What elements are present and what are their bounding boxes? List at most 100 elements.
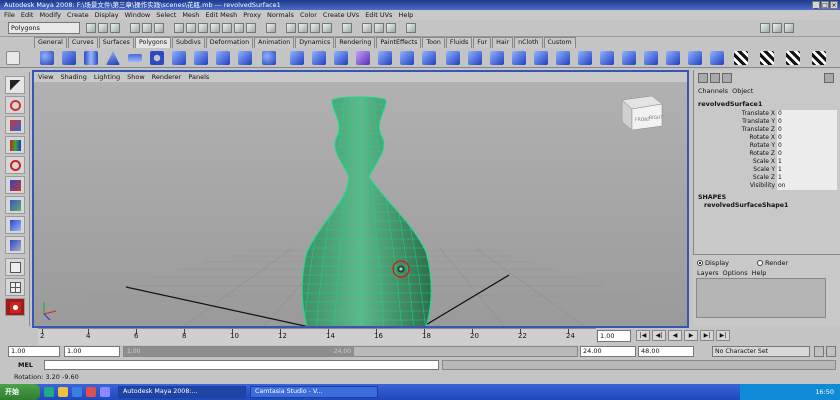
- history-icon[interactable]: [342, 23, 352, 33]
- minimize-button[interactable]: _: [812, 1, 820, 9]
- poly-plane-icon[interactable]: [128, 54, 142, 62]
- pick-curves-icon[interactable]: [198, 23, 208, 33]
- character-set-dropdown[interactable]: No Character Set: [712, 346, 810, 357]
- select-object-icon[interactable]: [142, 23, 152, 33]
- move-tool[interactable]: [5, 136, 25, 154]
- view-cube[interactable]: FRONT RIGHT: [621, 95, 663, 131]
- quick-launch-icon[interactable]: [58, 387, 68, 397]
- boolean-union-icon[interactable]: [378, 51, 392, 65]
- cb-menu-object[interactable]: Object: [732, 87, 753, 95]
- vp-menu-renderer[interactable]: Renderer: [152, 72, 182, 82]
- cylindrical-map-icon[interactable]: [786, 51, 800, 65]
- merge-icon[interactable]: [710, 51, 724, 65]
- go-to-start-button[interactable]: |◀: [636, 330, 650, 341]
- snap-point-icon[interactable]: [310, 23, 320, 33]
- vp-menu-panels[interactable]: Panels: [188, 72, 209, 82]
- taskbar-item-camtasia[interactable]: Camtasia Studio - V...: [250, 386, 378, 398]
- tab-fluids[interactable]: Fluids: [445, 37, 473, 48]
- bevel-icon[interactable]: [688, 51, 702, 65]
- go-to-end-button[interactable]: ▶|: [716, 330, 730, 341]
- play-forwards-button[interactable]: ▶: [684, 330, 698, 341]
- clock[interactable]: 16:50: [815, 388, 834, 396]
- extrude-icon[interactable]: [556, 51, 570, 65]
- checker-uv-icon[interactable]: [734, 51, 748, 65]
- pick-deformations-icon[interactable]: [222, 23, 232, 33]
- menu-edit-mesh[interactable]: Edit Mesh: [205, 10, 237, 20]
- boolean-intersection-icon[interactable]: [422, 51, 436, 65]
- mel-input[interactable]: [44, 360, 439, 370]
- mirror-geometry-icon[interactable]: [446, 51, 460, 65]
- attr-scale-z[interactable]: Scale Z1: [694, 174, 840, 182]
- current-frame-field[interactable]: 1.00: [597, 330, 631, 342]
- lasso-tool[interactable]: [5, 96, 25, 114]
- menu-normals[interactable]: Normals: [267, 10, 294, 20]
- tab-deformation[interactable]: Deformation: [205, 37, 254, 48]
- poly-cone-icon[interactable]: [106, 51, 120, 65]
- planar-map-icon[interactable]: [760, 51, 774, 65]
- open-scene-icon[interactable]: [98, 23, 108, 33]
- close-button[interactable]: ×: [830, 1, 838, 9]
- layer-editor-icon[interactable]: [710, 73, 720, 83]
- menu-set-dropdown[interactable]: Polygons: [8, 22, 80, 34]
- maximize-button[interactable]: □: [821, 1, 829, 9]
- lock-selection-icon[interactable]: [266, 23, 276, 33]
- channel-box-icon[interactable]: [698, 73, 708, 83]
- tab-rendering[interactable]: Rendering: [335, 37, 376, 48]
- step-back-key-button[interactable]: ◀|: [652, 330, 666, 341]
- menu-edit[interactable]: Edit: [21, 10, 34, 20]
- layer-menu-help[interactable]: Help: [752, 269, 767, 277]
- shape-node-name[interactable]: revolvedSurfaceShape1: [704, 202, 788, 209]
- playback-start-field[interactable]: 1.00: [64, 346, 120, 357]
- quick-launch-icon[interactable]: [86, 387, 96, 397]
- insert-edge-loop-icon[interactable]: [644, 51, 658, 65]
- start-button[interactable]: 开始: [0, 384, 40, 400]
- channel-box-toggle-icon[interactable]: [784, 23, 794, 33]
- append-polygon-icon[interactable]: [600, 51, 614, 65]
- pick-dynamics-icon[interactable]: [234, 23, 244, 33]
- quadrangulate-icon[interactable]: [490, 51, 504, 65]
- attr-rotate-x[interactable]: Rotate X0: [694, 134, 840, 142]
- tab-animation[interactable]: Animation: [254, 37, 295, 48]
- attr-value[interactable]: 0: [777, 142, 837, 150]
- panel-toggle-icon[interactable]: [824, 73, 834, 83]
- manipulator-tool[interactable]: [5, 196, 25, 214]
- time-slider[interactable]: 2 4 6 8 10 12 14 16 18 20 22 24: [38, 328, 596, 345]
- pick-surfaces-icon[interactable]: [210, 23, 220, 33]
- poly-sphere-icon[interactable]: [40, 51, 54, 65]
- range-slider-track[interactable]: 1.00 24.00: [123, 346, 578, 357]
- object-name[interactable]: revolvedSurface1: [698, 100, 762, 108]
- menu-create[interactable]: Create: [67, 10, 89, 20]
- input-line-icon[interactable]: [406, 23, 416, 33]
- attr-scale-y[interactable]: Scale Y1: [694, 166, 840, 174]
- attr-value[interactable]: 1: [777, 166, 837, 174]
- extract-icon[interactable]: [334, 51, 348, 65]
- attr-rotate-y[interactable]: Rotate Y0: [694, 142, 840, 150]
- poly-pipe-icon[interactable]: [216, 51, 230, 65]
- menu-color[interactable]: Color: [300, 10, 317, 20]
- triangulate-icon[interactable]: [468, 51, 482, 65]
- tab-hair[interactable]: Hair: [492, 37, 514, 48]
- display-layer-radio[interactable]: Display: [697, 259, 729, 267]
- attr-translate-x[interactable]: Translate X0: [694, 110, 840, 118]
- poly-cylinder-icon[interactable]: [84, 51, 98, 65]
- tab-fur[interactable]: Fur: [473, 37, 492, 48]
- vp-menu-shading[interactable]: Shading: [60, 72, 86, 82]
- range-slider-handle[interactable]: 1.00 24.00: [124, 347, 354, 356]
- four-pane-layout[interactable]: [5, 278, 25, 296]
- quick-launch-icon[interactable]: [72, 387, 82, 397]
- menu-modify[interactable]: Modify: [39, 10, 61, 20]
- menu-file[interactable]: File: [4, 10, 15, 20]
- menu-proxy[interactable]: Proxy: [243, 10, 261, 20]
- attr-value[interactable]: on: [777, 182, 837, 190]
- select-component-icon[interactable]: [154, 23, 164, 33]
- step-forward-key-button[interactable]: ▶|: [700, 330, 714, 341]
- select-tool[interactable]: [5, 76, 25, 94]
- menu-select[interactable]: Select: [156, 10, 176, 20]
- attr-rotate-z[interactable]: Rotate Z0: [694, 150, 840, 158]
- attribute-editor-toggle-icon[interactable]: [760, 23, 770, 33]
- tab-custom[interactable]: Custom: [543, 37, 576, 48]
- separate-icon[interactable]: [312, 51, 326, 65]
- attr-translate-y[interactable]: Translate Y0: [694, 118, 840, 126]
- attr-value[interactable]: 0: [777, 126, 837, 134]
- tab-dynamics[interactable]: Dynamics: [295, 37, 335, 48]
